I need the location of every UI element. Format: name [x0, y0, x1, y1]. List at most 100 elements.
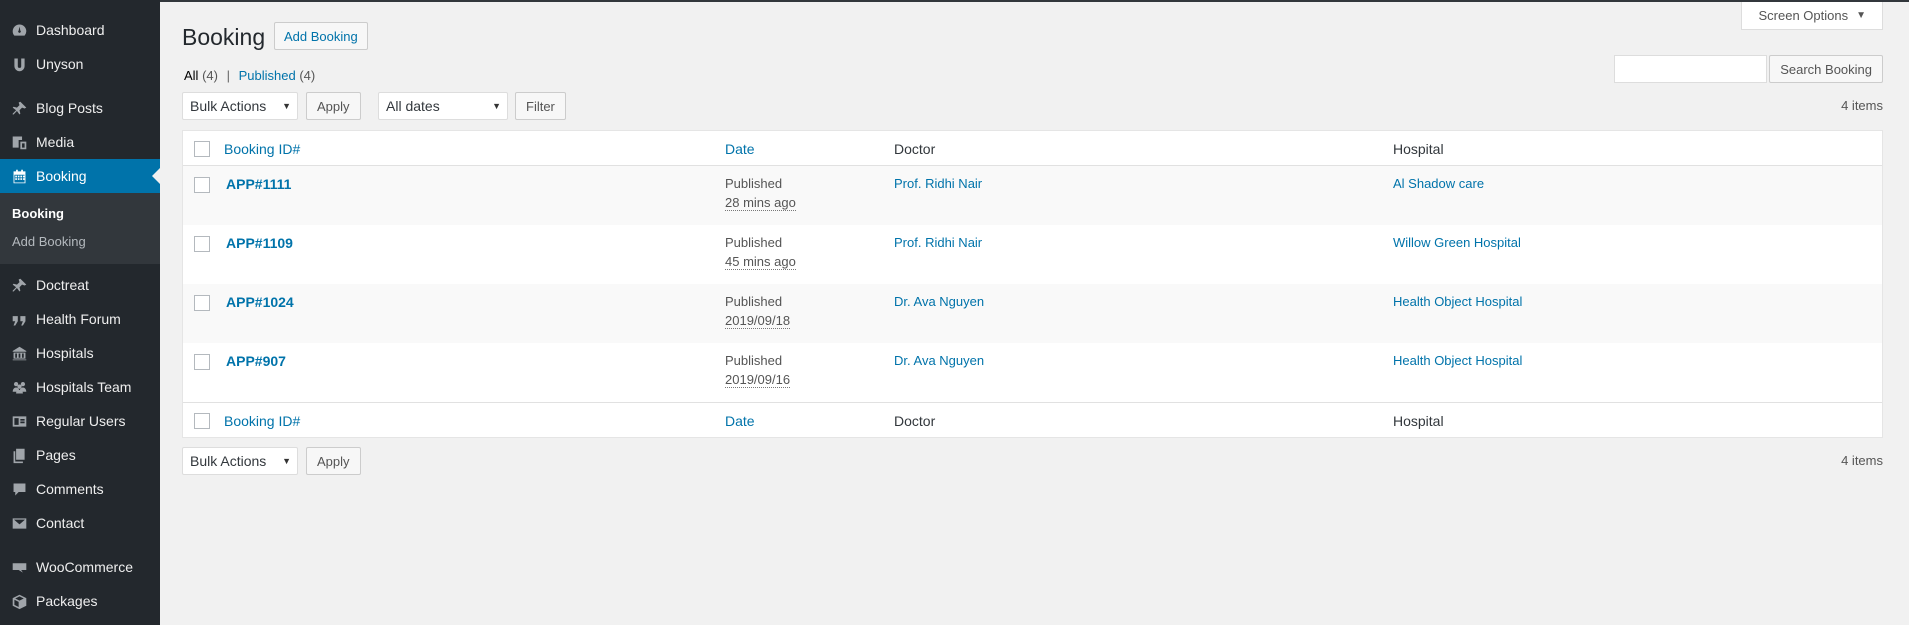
building-icon — [9, 343, 29, 363]
bulk-actions-select-top[interactable]: Bulk Actions ▼ — [182, 92, 298, 120]
caret-down-icon: ▼ — [282, 101, 291, 111]
woo-icon — [9, 557, 29, 577]
doctor-link[interactable]: Dr. Ava Nguyen — [894, 353, 984, 368]
sidebar-item-label: Health Forum — [36, 311, 121, 327]
sidebar-item-booking[interactable]: Booking — [0, 159, 160, 193]
sidebar-item-label: Unyson — [36, 56, 84, 72]
column-date[interactable]: Date — [725, 141, 755, 157]
sidebar-item-unyson[interactable]: Unyson — [0, 47, 160, 81]
column-booking-id-footer[interactable]: Booking ID# — [224, 413, 300, 429]
sidebar-item-dashboard[interactable]: Dashboard — [0, 13, 160, 47]
row-checkbox[interactable] — [194, 177, 210, 193]
top-border — [160, 0, 1909, 2]
admin-sidebar: Dashboard Unyson Blog Posts Media Bookin… — [0, 0, 160, 625]
apply-button-top[interactable]: Apply — [306, 92, 361, 120]
box-icon — [9, 591, 29, 611]
media-icon — [9, 132, 29, 152]
status-text: Published — [725, 294, 783, 309]
sidebar-item-label: Hospitals Team — [36, 379, 132, 395]
dates-select[interactable]: All dates ▼ — [378, 92, 508, 120]
calendar-icon — [9, 166, 29, 186]
booking-id-link[interactable]: APP#907 — [226, 353, 286, 369]
sidebar-item-pages[interactable]: Pages — [0, 438, 160, 472]
select-all-checkbox-bottom[interactable] — [194, 413, 210, 429]
quote-icon — [9, 309, 29, 329]
groups-icon — [9, 377, 29, 397]
bulk-actions-value: Bulk Actions — [190, 98, 267, 114]
doctor-link[interactable]: Dr. Ava Nguyen — [894, 294, 984, 309]
column-doctor-footer: Doctor — [894, 413, 936, 429]
page-title: Booking — [182, 24, 266, 50]
booking-table: Booking ID# Date Doctor Hospital APP#111… — [182, 130, 1883, 438]
sidebar-item-hospitals[interactable]: Hospitals — [0, 336, 160, 370]
row-checkbox[interactable] — [194, 295, 210, 311]
sidebar-item-hospitals-team[interactable]: Hospitals Team — [0, 370, 160, 404]
submenu-item-add-booking[interactable]: Add Booking — [0, 228, 160, 256]
dates-value: All dates — [386, 98, 440, 114]
status-text: Published — [725, 353, 783, 368]
dashboard-icon — [9, 20, 29, 40]
comment-icon — [9, 479, 29, 499]
filter-all-link[interactable]: All — [184, 68, 198, 83]
sidebar-item-contact[interactable]: Contact — [0, 506, 160, 540]
sidebar-item-label: Hospitals — [36, 345, 94, 361]
items-count-bottom: 4 items — [1841, 453, 1883, 468]
sidebar-item-woocommerce[interactable]: WooCommerce — [0, 550, 160, 584]
row-checkbox[interactable] — [194, 236, 210, 252]
sidebar-item-doctreat[interactable]: Doctreat — [0, 268, 160, 302]
doctor-link[interactable]: Prof. Ridhi Nair — [894, 235, 982, 250]
bulk-actions-select-bottom[interactable]: Bulk Actions ▼ — [182, 447, 298, 475]
booking-id-link[interactable]: APP#1024 — [226, 294, 294, 310]
search-input[interactable] — [1614, 55, 1767, 83]
sidebar-item-label: Dashboard — [36, 22, 105, 38]
sidebar-item-label: Blog Posts — [36, 100, 103, 116]
column-booking-id[interactable]: Booking ID# — [224, 141, 300, 157]
mail-icon — [9, 513, 29, 533]
sidebar-item-comments[interactable]: Comments — [0, 472, 160, 506]
sidebar-item-media[interactable]: Media — [0, 125, 160, 159]
add-booking-button[interactable]: Add Booking — [274, 22, 368, 50]
filter-separator: | — [226, 68, 230, 83]
sidebar-item-blog-posts[interactable]: Blog Posts — [0, 91, 160, 125]
hospital-link[interactable]: Al Shadow care — [1393, 176, 1484, 191]
select-all-checkbox[interactable] — [194, 141, 210, 157]
apply-button-bottom[interactable]: Apply — [306, 447, 361, 475]
filter-published-count: (4) — [299, 68, 316, 83]
sidebar-item-health-forum[interactable]: Health Forum — [0, 302, 160, 336]
table-row: APP#907 Published 2019/09/16 Dr. Ava Ngu… — [183, 343, 1882, 402]
filter-button[interactable]: Filter — [515, 92, 566, 120]
filter-published-link[interactable]: Published — [239, 68, 296, 83]
caret-down-icon: ▼ — [1856, 10, 1866, 21]
pin-icon — [9, 275, 29, 295]
table-header: Booking ID# Date Doctor Hospital — [183, 131, 1882, 166]
column-doctor: Doctor — [894, 141, 936, 157]
sidebar-item-label: Doctreat — [36, 277, 89, 293]
status-text: Published — [725, 235, 783, 250]
pages-icon — [9, 445, 29, 465]
column-hospital-footer: Hospital — [1393, 413, 1444, 429]
table-row: APP#1109 Published 45 mins ago Prof. Rid… — [183, 225, 1882, 284]
row-checkbox[interactable] — [194, 354, 210, 370]
booking-id-link[interactable]: APP#1109 — [226, 235, 293, 251]
sidebar-item-regular-users[interactable]: Regular Users — [0, 404, 160, 438]
hospital-link[interactable]: Willow Green Hospital — [1393, 235, 1521, 250]
sidebar-item-label: Comments — [36, 481, 104, 497]
date-text: 45 mins ago — [725, 254, 796, 270]
screen-options-label: Screen Options — [1758, 8, 1849, 23]
search-booking-button[interactable]: Search Booking — [1769, 55, 1883, 83]
booking-id-link[interactable]: APP#1111 — [226, 176, 291, 192]
booking-submenu: Booking Add Booking — [0, 193, 160, 264]
unyson-icon — [9, 54, 29, 74]
hospital-link[interactable]: Health Object Hospital — [1393, 294, 1522, 309]
filter-all-count: (4) — [202, 68, 218, 83]
sidebar-item-label: WooCommerce — [36, 559, 133, 575]
pin-icon — [9, 98, 29, 118]
sidebar-item-packages[interactable]: Packages — [0, 584, 160, 618]
screen-options-button[interactable]: Screen Options ▼ — [1741, 2, 1883, 30]
caret-down-icon: ▼ — [492, 101, 501, 111]
column-date-footer[interactable]: Date — [725, 413, 755, 429]
doctor-link[interactable]: Prof. Ridhi Nair — [894, 176, 982, 191]
submenu-item-booking[interactable]: Booking — [0, 200, 160, 228]
id-card-icon — [9, 411, 29, 431]
hospital-link[interactable]: Health Object Hospital — [1393, 353, 1522, 368]
